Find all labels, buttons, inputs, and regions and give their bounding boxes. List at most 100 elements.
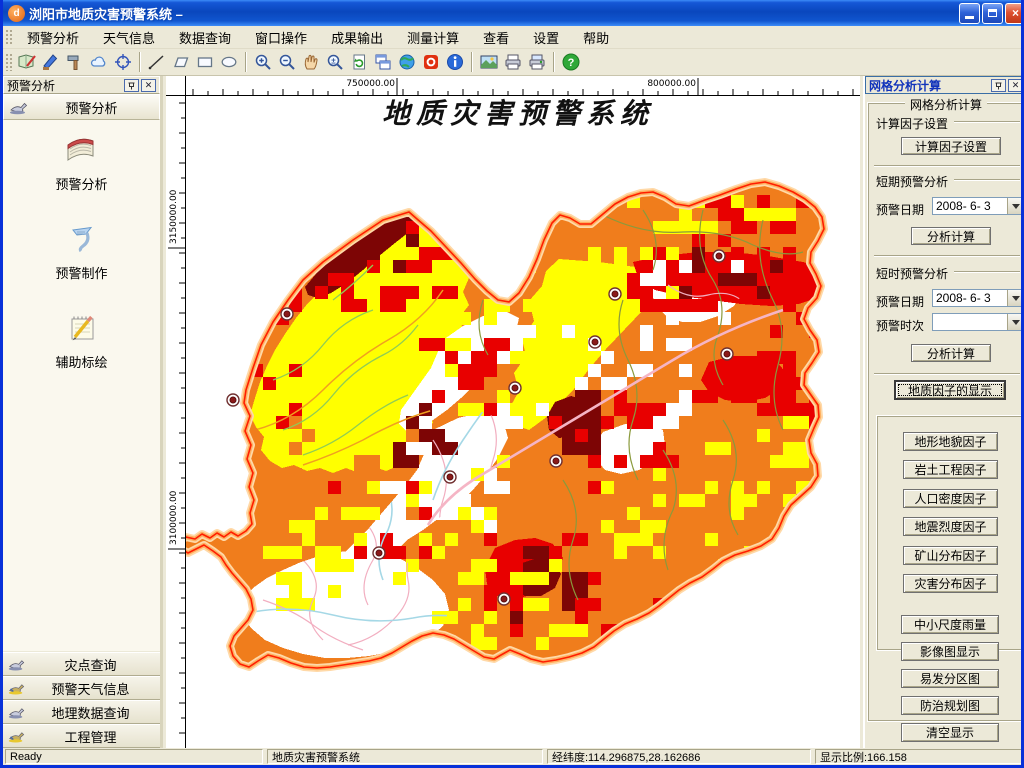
factor-button-3[interactable]: 地震烈度因子 <box>903 517 998 537</box>
menu-item-6[interactable]: 查看 <box>471 25 521 50</box>
factor-button-0[interactable]: 地形地貌因子 <box>903 432 998 451</box>
toolbar-grip[interactable] <box>5 53 13 71</box>
svg-text:800000.00: 800000.00 <box>647 79 696 89</box>
map-document: 750000.00 800000.00 3150000.00 3100000.00 … <box>166 76 860 748</box>
zoom-extent-button[interactable]: ± <box>323 50 347 74</box>
divider <box>954 271 1020 273</box>
right-panel-close-button[interactable]: ✕ <box>1008 78 1021 92</box>
map-edit-icon <box>18 54 36 69</box>
minimize-button[interactable] <box>959 2 980 24</box>
paint-icon <box>43 54 58 70</box>
close-button[interactable]: × <box>1005 2 1021 24</box>
section-bar-1[interactable]: 预警天气信息 <box>3 676 160 700</box>
cloud-button[interactable] <box>87 50 111 74</box>
globe-button[interactable] <box>395 50 419 74</box>
short-term-run-button[interactable]: 分析计算 <box>911 227 991 245</box>
status-ready: Ready <box>5 749 263 764</box>
menu-item-7[interactable]: 设置 <box>521 25 571 50</box>
menu-item-3[interactable]: 窗口操作 <box>243 25 319 50</box>
tool-item-label: 预警制作 <box>55 266 108 281</box>
zoom-in-button[interactable] <box>251 50 275 74</box>
factor-button-1[interactable]: 岩土工程因子 <box>903 460 998 480</box>
menu-item-2[interactable]: 数据查询 <box>167 25 243 50</box>
factor-button-2[interactable]: 人口密度因子 <box>903 488 998 508</box>
left-panel-section-bars: 灾点查询 预警天气信息 地理数据查询 工程管理 <box>3 652 160 748</box>
menu-item-1[interactable]: 天气信息 <box>91 25 167 50</box>
right-panel-pin-button[interactable] <box>991 78 1006 92</box>
display-button-3[interactable]: 防治规划图 <box>901 696 999 715</box>
pin-icon <box>128 82 135 89</box>
info-button[interactable] <box>443 50 467 74</box>
menubar-grip[interactable] <box>5 29 13 45</box>
left-panel-header[interactable]: 预警分析 <box>3 94 160 120</box>
menu-bar: 预警分析 天气信息 数据查询 窗口操作 成果输出 测量计算 查看 设置 帮助 <box>3 25 1021 50</box>
stop-icon <box>424 55 438 69</box>
stamp-color-icon <box>7 726 25 747</box>
tool-item-0[interactable]: 预警分析 <box>55 132 108 193</box>
menu-item-8[interactable]: 帮助 <box>571 25 621 50</box>
windows-button[interactable] <box>371 50 395 74</box>
map-title: 地质灾害预警系统 <box>382 97 654 130</box>
restore-button[interactable] <box>982 2 1003 24</box>
print-button[interactable] <box>501 50 525 74</box>
map-edit-button[interactable] <box>15 50 39 74</box>
refresh-button[interactable] <box>347 50 371 74</box>
print-color-button[interactable] <box>525 50 549 74</box>
status-coordinates: 经纬度:114.296875,28.162686 <box>547 749 811 764</box>
chevron-down-icon[interactable] <box>1007 290 1021 306</box>
display-button-2[interactable]: 易发分区图 <box>901 669 999 688</box>
left-panel-close-button[interactable]: ✕ <box>141 78 156 92</box>
hammer-button[interactable] <box>63 50 87 74</box>
help-button[interactable]: ? <box>559 50 583 74</box>
menu-item-0[interactable]: 预警分析 <box>15 25 91 50</box>
groupbox-title: 网格分析计算 <box>868 96 1021 113</box>
short-time-date-value: 2008- 6- 3 <box>936 291 991 305</box>
town-marker <box>508 381 522 395</box>
chevron-down-icon[interactable] <box>1007 314 1021 330</box>
factor-settings-button[interactable]: 计算因子设置 <box>901 137 1001 155</box>
locate-button[interactable] <box>111 50 135 74</box>
line-button[interactable] <box>145 50 169 74</box>
polygon-button[interactable] <box>169 50 193 74</box>
short-time-run-button[interactable]: 分析计算 <box>911 344 991 362</box>
section-bar-0[interactable]: 灾点查询 <box>3 652 160 676</box>
pan-icon <box>304 54 318 70</box>
tool-item-2[interactable]: 辅助标绘 <box>55 310 108 371</box>
rectangle-icon <box>197 57 213 68</box>
grid-analysis-groupbox: 网格分析计算 计算因子设置 计算因子设置 短期预警分析 预警日期 2008- 6… <box>867 98 1021 742</box>
short-time-period-combobox[interactable] <box>932 313 1021 331</box>
short-time-date-combobox[interactable]: 2008- 6- 3 <box>932 289 1021 307</box>
town-marker <box>497 592 511 606</box>
zoom-in-icon <box>255 54 271 70</box>
tool-item-label: 辅助标绘 <box>55 355 108 370</box>
rectangle-button[interactable] <box>193 50 217 74</box>
zoom-out-button[interactable] <box>275 50 299 74</box>
menu-item-4[interactable]: 成果输出 <box>319 25 395 50</box>
display-button-4[interactable]: 清空显示 <box>901 723 999 742</box>
factor-button-4[interactable]: 矿山分布因子 <box>903 545 998 565</box>
short-term-date-combobox[interactable]: 2008- 6- 3 <box>932 197 1021 215</box>
short-term-date-label: 预警日期 <box>876 203 925 217</box>
print-color-icon <box>529 54 545 70</box>
divider <box>874 255 1020 257</box>
menu-item-5[interactable]: 测量计算 <box>395 25 471 50</box>
chevron-down-icon[interactable] <box>1007 198 1021 214</box>
map-canvas[interactable]: 地质灾害预警系统 <box>186 96 860 748</box>
tool-item-1[interactable]: 预警制作 <box>55 221 108 282</box>
section-bar-3[interactable]: 工程管理 <box>3 724 160 748</box>
geology-factor-display-button[interactable]: 地质因子的显示 <box>894 380 1006 400</box>
status-scale: 显示比例:166.158 <box>815 749 1021 764</box>
factor-button-5[interactable]: 灾害分布因子 <box>903 574 998 593</box>
pan-button[interactable] <box>299 50 323 74</box>
svg-text:750000.00: 750000.00 <box>346 79 395 89</box>
image-button[interactable] <box>477 50 501 74</box>
ellipse-button[interactable] <box>217 50 241 74</box>
display-button-1[interactable]: 影像图显示 <box>901 642 999 661</box>
display-button-0[interactable]: 中小尺度雨量 <box>901 615 999 634</box>
stop-button[interactable] <box>419 50 443 74</box>
toolbar-separator <box>139 52 141 72</box>
section-bar-2[interactable]: 地理数据查询 <box>3 700 160 724</box>
print-icon <box>505 54 521 70</box>
left-panel-pin-button[interactable] <box>124 78 139 92</box>
paint-button[interactable] <box>39 50 63 74</box>
